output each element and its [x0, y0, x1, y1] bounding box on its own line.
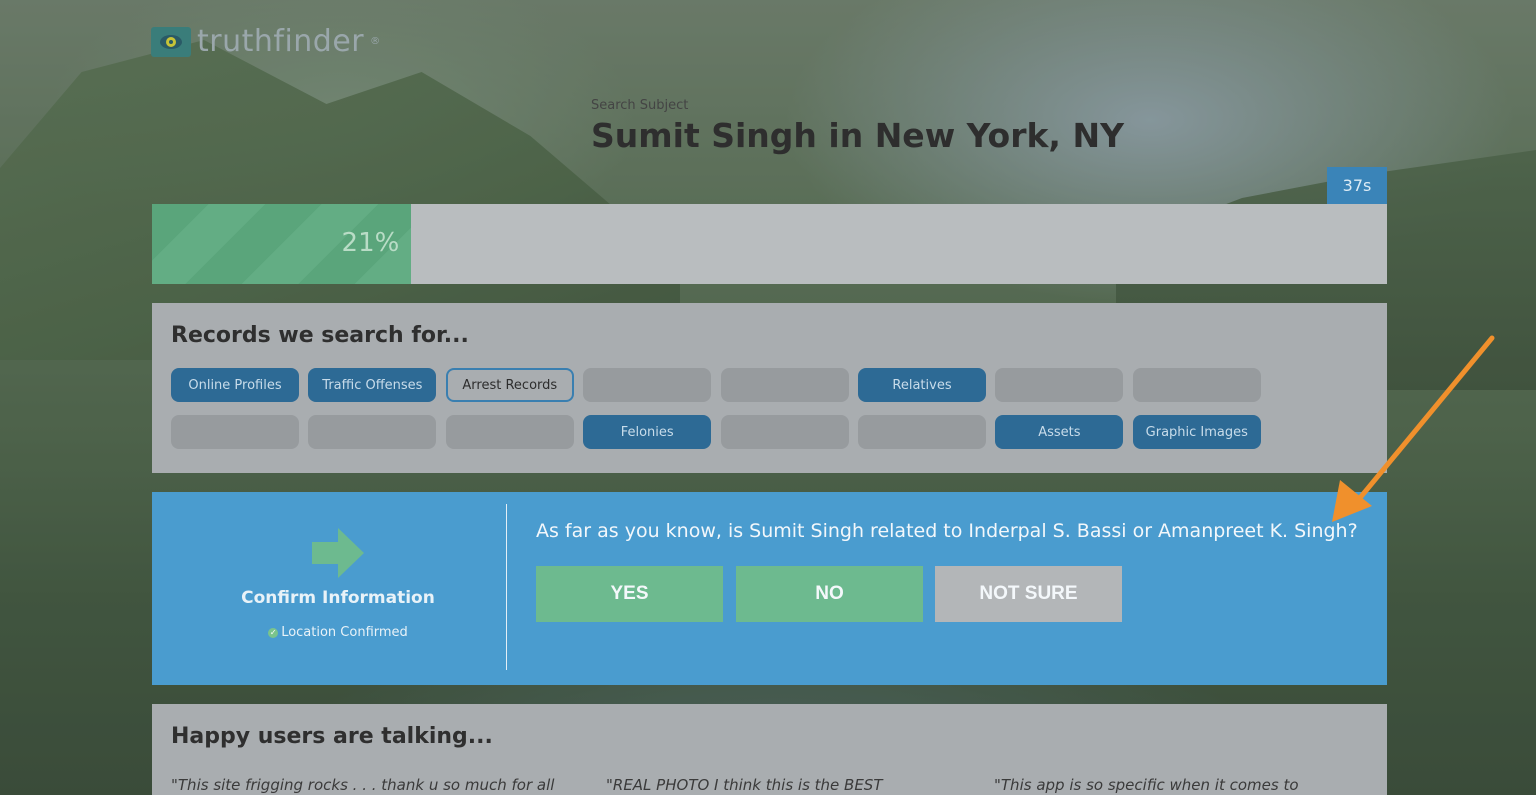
- brand-name: truthfinder: [197, 24, 365, 59]
- location-status-label: Location Confirmed: [281, 625, 408, 640]
- record-chip-online-profiles: Online Profiles: [171, 368, 299, 402]
- record-chip-pending: [995, 368, 1124, 402]
- record-chip-pending: [1132, 368, 1261, 402]
- search-subject-title: Sumit Singh in New York, NY: [591, 116, 1124, 155]
- record-chip-traffic-offenses: Traffic Offenses: [308, 368, 437, 402]
- record-chip-pending: [720, 368, 849, 402]
- record-chip-felonies: Felonies: [583, 415, 712, 449]
- testimonial-quote: "This app is so specific when it comes t…: [994, 776, 1299, 794]
- confirm-information-panel: Confirm Information ✓ Location Confirmed …: [152, 492, 1387, 685]
- search-progress-bar: 21%: [152, 204, 1387, 284]
- record-chip-pending: [720, 415, 849, 449]
- progress-fill: 21%: [152, 204, 412, 284]
- check-icon: ✓: [268, 627, 279, 638]
- panel-divider: [506, 504, 507, 670]
- record-chip-pending: [583, 368, 712, 402]
- countdown-timer: 37s: [1327, 167, 1387, 204]
- testimonials-panel: Happy users are talking... "This site fr…: [152, 704, 1387, 795]
- testimonial-quote: "This site frigging rocks . . . thank u …: [171, 776, 555, 794]
- arrow-right-icon: [312, 528, 364, 578]
- record-chip-relatives: Relatives: [858, 368, 986, 402]
- annotation-arrow-icon: [1332, 335, 1495, 522]
- record-chip-graphic-images: Graphic Images: [1132, 415, 1261, 449]
- registered-mark: ®: [370, 36, 381, 47]
- testimonial-quote: "REAL PHOTO I think this is the BEST: [606, 776, 883, 794]
- yes-button[interactable]: YES: [536, 566, 723, 622]
- eye-logo-icon: [151, 26, 191, 57]
- records-title: Records we search for...: [171, 323, 469, 348]
- progress-percent: 21%: [341, 228, 400, 258]
- no-button[interactable]: NO: [736, 566, 923, 622]
- records-panel: Records we search for... Online Profiles…: [152, 303, 1387, 473]
- confirm-information-title: Confirm Information: [241, 588, 435, 608]
- not-sure-button[interactable]: NOT SURE: [935, 566, 1122, 622]
- location-status: ✓ Location Confirmed: [152, 625, 524, 640]
- record-chip-arrest-records: Arrest Records: [445, 368, 574, 402]
- record-chip-assets: Assets: [995, 415, 1124, 449]
- relation-question: As far as you know, is Sumit Singh relat…: [536, 520, 1358, 542]
- record-chip-pending: [445, 415, 574, 449]
- truthfinder-logo[interactable]: truthfinder ®: [151, 24, 380, 59]
- record-chip-pending: [308, 415, 437, 449]
- search-subject-label: Search Subject: [591, 98, 689, 113]
- record-chip-pending: [858, 415, 986, 449]
- testimonials-title: Happy users are talking...: [171, 724, 493, 749]
- record-chip-pending: [171, 415, 299, 449]
